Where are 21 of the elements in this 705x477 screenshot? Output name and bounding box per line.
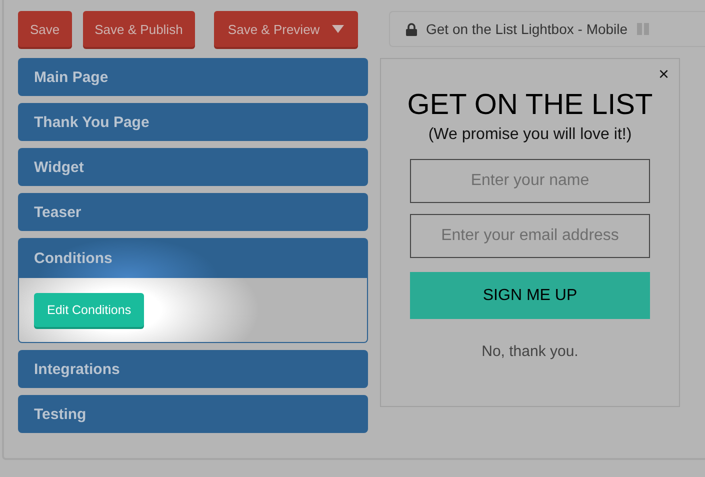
accordion-header[interactable]: Main Page xyxy=(18,58,368,96)
edit-conditions-button[interactable]: Edit Conditions xyxy=(34,293,144,327)
caret-icon xyxy=(332,25,344,33)
accordion-header[interactable]: Integrations xyxy=(18,350,368,388)
save-button[interactable]: Save xyxy=(18,11,72,47)
popup-subheading: (We promise you will love it!) xyxy=(428,126,632,144)
accordion-header[interactable]: Conditions xyxy=(18,238,368,278)
sign-up-button[interactable]: SIGN ME UP xyxy=(410,272,650,319)
bars-icon xyxy=(636,23,650,35)
save-button[interactable]: Save & Publish xyxy=(82,11,195,47)
preview-title: Get on the List Lightbox - Mobile xyxy=(426,21,628,37)
accordion-header[interactable]: Testing xyxy=(18,395,368,433)
accordion-header[interactable]: Thank You Page xyxy=(18,103,368,141)
close-button[interactable]: × xyxy=(656,64,671,84)
input-field[interactable]: Enter your name xyxy=(410,159,650,203)
accordion-header[interactable]: Widget xyxy=(18,148,368,186)
save-preview-dropdown-button[interactable]: Save & Preview xyxy=(214,11,358,47)
input-field[interactable]: Enter your email address xyxy=(410,214,650,258)
decline-link[interactable]: No, thank you. xyxy=(482,343,578,360)
accordion-header[interactable]: Teaser xyxy=(18,193,368,231)
popup-heading: GET ON THE LIST xyxy=(407,89,653,122)
